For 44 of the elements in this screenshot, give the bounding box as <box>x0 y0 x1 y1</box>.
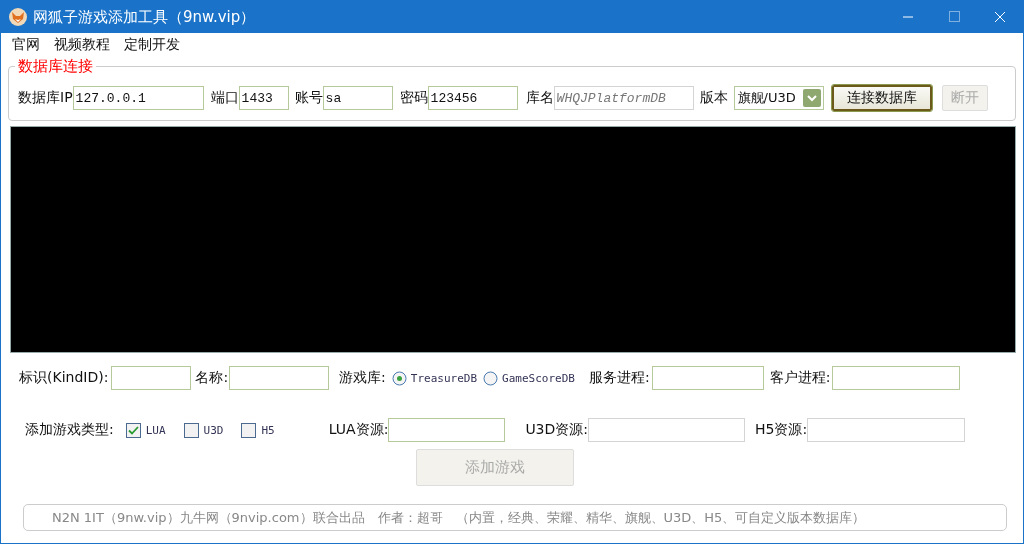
radio-button[interactable] <box>483 370 499 386</box>
text-field[interactable] <box>229 366 330 390</box>
text-field[interactable]: 127.0.0.1 <box>72 86 204 110</box>
radio-label[interactable]: GameScoreDB <box>502 371 575 385</box>
text-field[interactable] <box>651 366 764 390</box>
radio-label[interactable]: TreasureDB <box>410 371 478 385</box>
field-label: 客户进程: <box>769 369 831 387</box>
db-button[interactable]: 连接数据库 <box>831 85 932 111</box>
field-label: 库名 <box>525 89 554 107</box>
checkbox-label[interactable]: U3D <box>203 423 224 437</box>
field-label: 名称: <box>195 369 229 387</box>
menu-item[interactable]: 官网 <box>5 36 47 54</box>
chevron-down-icon[interactable] <box>802 89 821 107</box>
group-title: 数据库连接 <box>15 57 96 76</box>
menu-item[interactable]: 视频教程 <box>47 36 117 54</box>
window-title: 网狐子游戏添加工具（9nw.vip） <box>33 7 256 27</box>
menu-item[interactable]: 定制开发 <box>117 36 187 54</box>
checkbox[interactable] <box>241 422 257 438</box>
field-label: 添加游戏类型: <box>25 421 114 439</box>
credits-text: N2N 1IT（9nw.vip）九牛网（9nvip.com）联合出品 作者：超哥 （内置，经典、荣耀、精华、旗舰、U3D、H5、可自定义版本数据库） <box>23 504 1007 531</box>
field-label: H5资源: <box>755 421 808 439</box>
fox-icon <box>9 8 27 26</box>
field-label: 端口 <box>210 89 239 107</box>
field-label: 数据库IP <box>18 89 73 107</box>
field-label: 版本 <box>699 89 728 107</box>
checkbox-label[interactable]: H5 <box>261 423 275 437</box>
text-field[interactable] <box>832 366 961 390</box>
checkbox[interactable] <box>125 422 141 438</box>
checkbox-label[interactable]: LUA <box>145 423 166 437</box>
text-field[interactable]: 1433 <box>238 86 289 110</box>
field-label: 密码 <box>399 89 428 107</box>
text-field[interactable]: sa <box>322 86 393 110</box>
field-label: 服务进程: <box>588 369 650 387</box>
text-field[interactable] <box>388 418 506 442</box>
field-label: 标识(KindID): <box>19 369 109 387</box>
checkbox[interactable] <box>183 422 199 438</box>
radio-button[interactable] <box>391 370 407 386</box>
version-dropdown[interactable]: 旗舰/U3D <box>733 86 824 110</box>
field-label: LUA资源: <box>328 421 389 439</box>
field-label: U3D资源: <box>525 421 589 439</box>
text-field[interactable]: 123456 <box>427 86 518 110</box>
field-label: 账号 <box>294 89 323 107</box>
text-field[interactable] <box>111 366 192 390</box>
field-label: 游戏库: <box>339 369 386 387</box>
